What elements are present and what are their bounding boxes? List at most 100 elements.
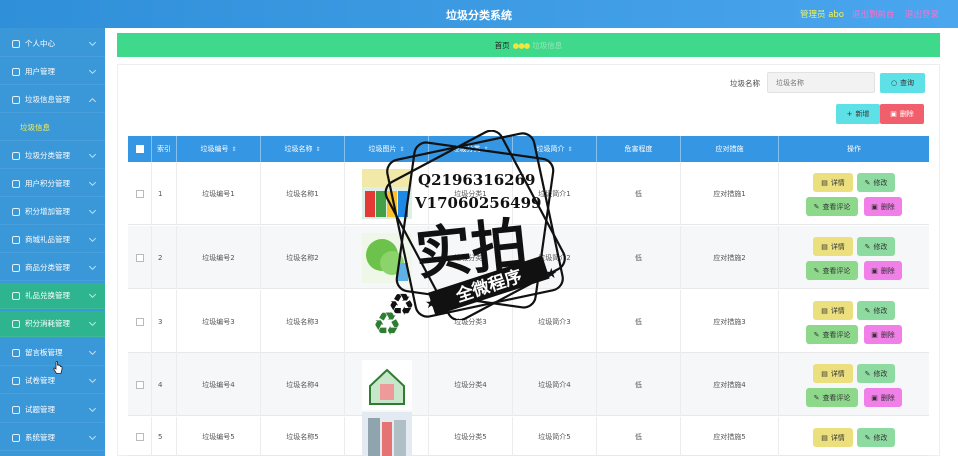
- paper-icon: [12, 376, 20, 385]
- sidebar-item-users[interactable]: 用户管理: [0, 59, 105, 85]
- cell-index: 2: [158, 253, 163, 262]
- breadcrumb-current: 垃圾信息: [532, 40, 563, 50]
- action-label: 删除: [880, 266, 895, 275]
- action-label: 详情: [830, 433, 845, 442]
- search-button[interactable]: ○ 查询: [880, 73, 925, 93]
- table-cell: [128, 417, 152, 456]
- sidebar-item-mall-gifts[interactable]: 商城礼品管理: [0, 227, 105, 253]
- view-comments-button[interactable]: ✎ 查看评论: [806, 197, 858, 216]
- edit-button[interactable]: ✎ 修改: [857, 173, 895, 192]
- sidebar-item-profile[interactable]: 个人中心: [0, 31, 105, 57]
- sidebar-item-points-add[interactable]: 积分增加管理: [0, 199, 105, 225]
- sort-icon: ⇕: [231, 145, 237, 153]
- sidebar-item-garbage-info-mgmt[interactable]: 垃圾信息管理: [0, 87, 105, 113]
- cell-code: 垃圾编号1: [202, 189, 235, 198]
- action-label: 删除: [880, 330, 895, 339]
- cell-level: 低: [635, 432, 642, 441]
- admin-name: 管理员 abo: [800, 10, 845, 20]
- settings-icon: [12, 433, 20, 442]
- cell-code: 垃圾编号4: [202, 380, 235, 389]
- detail-button[interactable]: ▤ 详情: [813, 237, 853, 256]
- table-cell: 垃圾编号4: [177, 353, 261, 416]
- column-header-level: 危害程度: [597, 136, 681, 162]
- sidebar-item-questions[interactable]: 试题管理: [0, 397, 105, 423]
- cell-name: 垃圾名称5: [286, 432, 319, 441]
- sidebar-item-garbage-category[interactable]: 垃圾分类管理: [0, 143, 105, 169]
- trash-icon: ▣: [871, 330, 878, 339]
- chevron-down-icon: [88, 150, 97, 159]
- batch-delete-button[interactable]: ▣ 删除: [880, 104, 924, 124]
- edit-icon: ✎: [864, 306, 871, 315]
- edit-button[interactable]: ✎ 修改: [857, 301, 895, 320]
- view-comments-button[interactable]: ✎ 查看评论: [806, 388, 858, 407]
- row-checkbox[interactable]: [135, 380, 144, 389]
- table-cell: 低: [597, 353, 681, 416]
- row-checkbox[interactable]: [135, 189, 144, 198]
- sidebar-item-system[interactable]: 系统管理: [0, 425, 105, 451]
- sidebar-item-points-consume[interactable]: 积分消耗管理: [0, 311, 105, 337]
- select-all-checkbox[interactable]: [135, 145, 144, 153]
- sidebar-item-label: 商品分类管理: [25, 263, 70, 272]
- trash-icon: ▣: [871, 393, 878, 402]
- table-cell: [128, 226, 152, 289]
- cell-measure: 应对措施5: [713, 432, 746, 441]
- select-all-cell: [128, 136, 152, 162]
- table-cell: 5: [152, 417, 177, 456]
- detail-button[interactable]: ▤ 详情: [813, 428, 853, 447]
- comment-icon: ✎: [813, 393, 820, 402]
- sidebar-item-label: 个人中心: [25, 39, 55, 48]
- back-to-front-link[interactable]: 退出到前台: [852, 8, 895, 20]
- edit-button[interactable]: ✎ 修改: [857, 237, 895, 256]
- chevron-down-icon: [88, 38, 97, 47]
- cell-level: 低: [635, 380, 642, 389]
- comment-icon: ✎: [813, 266, 820, 275]
- add-button[interactable]: + 新增: [836, 104, 880, 124]
- sidebar-item-label: 积分消耗管理: [25, 319, 70, 328]
- chevron-down-icon: [88, 262, 97, 271]
- row-checkbox[interactable]: [135, 253, 144, 262]
- search-input[interactable]: [767, 72, 875, 93]
- table-cell: 垃圾名称1: [261, 162, 345, 225]
- detail-icon: ▤: [821, 433, 828, 442]
- sidebar-item-label: 商城礼品管理: [25, 235, 70, 244]
- column-header-code[interactable]: 垃圾编号 ⇕: [177, 136, 261, 162]
- sidebar-item-gift-exchange[interactable]: 礼品兑换管理: [0, 283, 105, 309]
- table-cell: [128, 162, 152, 225]
- detail-button[interactable]: ▤ 详情: [813, 364, 853, 383]
- edit-button[interactable]: ✎ 修改: [857, 428, 895, 447]
- table-cell: 2: [152, 226, 177, 289]
- search-icon: ○: [890, 79, 898, 87]
- table-cell: 垃圾编号1: [177, 162, 261, 225]
- sidebar-item-label: 积分增加管理: [25, 207, 70, 216]
- edit-button[interactable]: ✎ 修改: [857, 364, 895, 383]
- delete-button[interactable]: ▣ 删除: [864, 261, 902, 280]
- action-label: 查看评论: [822, 330, 851, 339]
- row-checkbox[interactable]: [135, 317, 144, 326]
- action-label: 修改: [873, 242, 888, 251]
- trash-icon: ▣: [871, 266, 878, 275]
- sidebar: 个人中心 用户管理 垃圾信息管理 垃圾信息 垃圾分类管理 用户积分管理 积分增加…: [0, 28, 105, 456]
- action-label: 修改: [873, 369, 888, 378]
- cell-code: 垃圾编号5: [202, 432, 235, 441]
- sidebar-subitem-garbage-info[interactable]: 垃圾信息: [0, 115, 105, 141]
- breadcrumb-home[interactable]: 首页: [495, 40, 510, 51]
- delete-button[interactable]: ▣ 删除: [864, 197, 902, 216]
- table-cell: 垃圾编号5: [177, 417, 261, 456]
- view-comments-button[interactable]: ✎ 查看评论: [806, 261, 858, 280]
- delete-button[interactable]: ▣ 删除: [864, 388, 902, 407]
- comment-icon: ✎: [813, 330, 820, 339]
- column-header-name[interactable]: 垃圾名称 ⇕: [261, 136, 345, 162]
- view-comments-button[interactable]: ✎ 查看评论: [806, 325, 858, 344]
- action-label: 查看评论: [822, 202, 851, 211]
- delete-button[interactable]: ▣ 删除: [864, 325, 902, 344]
- hand-cursor-icon: [53, 361, 63, 374]
- cell-intro: 垃圾简介4: [538, 380, 571, 389]
- sidebar-item-user-points[interactable]: 用户积分管理: [0, 171, 105, 197]
- detail-button[interactable]: ▤ 详情: [813, 301, 853, 320]
- chevron-down-icon: [88, 234, 97, 243]
- table-cell: 垃圾名称4: [261, 353, 345, 416]
- sidebar-item-goods-category[interactable]: 商品分类管理: [0, 255, 105, 281]
- row-checkbox[interactable]: [135, 432, 144, 441]
- detail-button[interactable]: ▤ 详情: [813, 173, 853, 192]
- logout-link[interactable]: 退出登录: [905, 8, 939, 20]
